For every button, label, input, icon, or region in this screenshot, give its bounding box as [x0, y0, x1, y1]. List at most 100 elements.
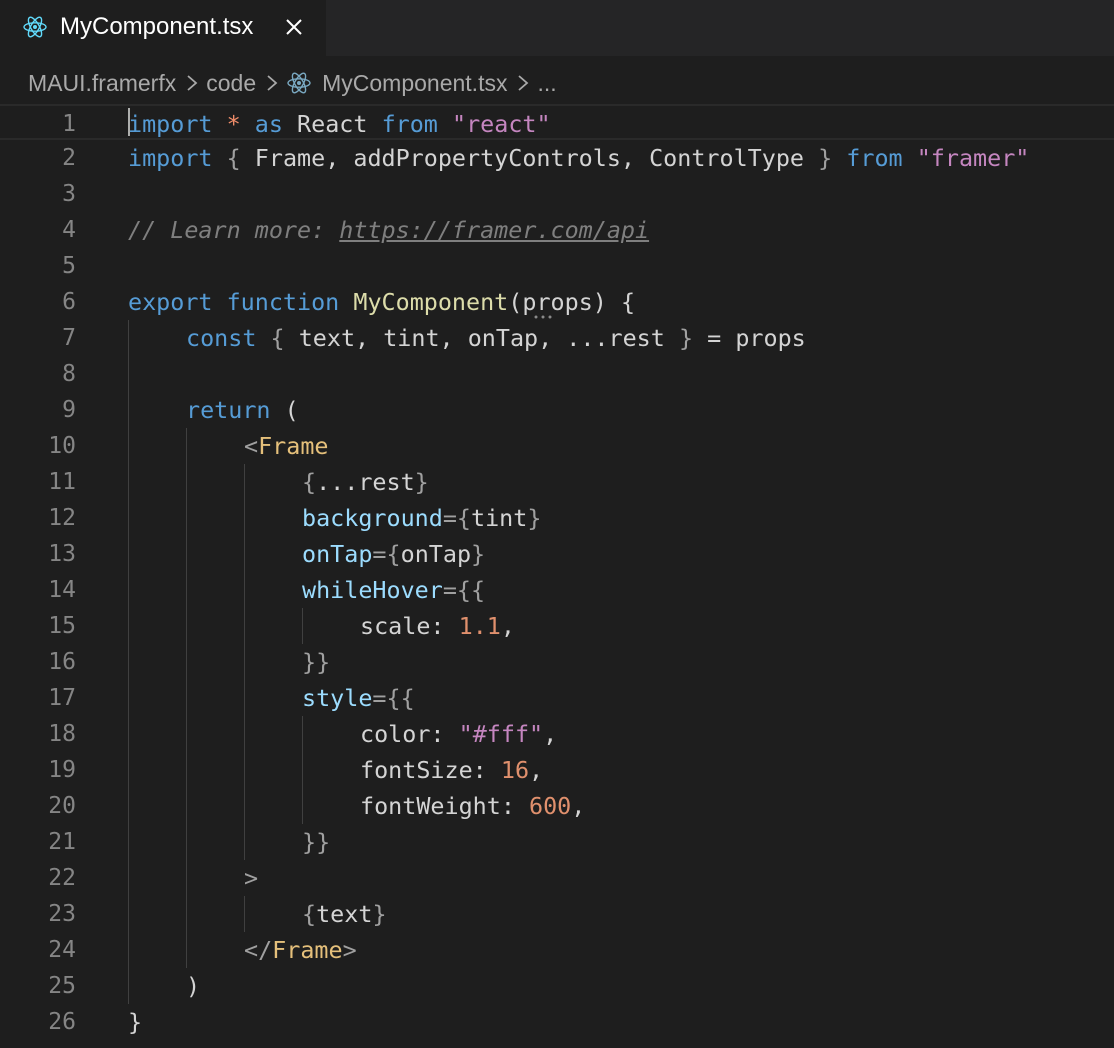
breadcrumb-file[interactable]: MyComponent.tsx	[322, 70, 507, 97]
line-text: }}	[302, 824, 330, 860]
line-number: 25	[48, 973, 76, 999]
code-line[interactable]: 10 <Frame	[0, 428, 1114, 464]
line-number: 6	[62, 289, 76, 315]
parameter: props	[522, 288, 593, 316]
line-number: 10	[48, 433, 76, 459]
breadcrumb-more[interactable]: ...	[537, 70, 556, 97]
brace: }	[471, 540, 486, 568]
tab-mycomponent[interactable]: MyComponent.tsx	[0, 0, 326, 56]
paren: )	[186, 972, 201, 1000]
code-line[interactable]: 20 fontWeight: 600,	[0, 788, 1114, 824]
operator: *	[226, 110, 241, 138]
code-line[interactable]: 7 const { text, tint, onTap, ...rest } =…	[0, 320, 1114, 356]
code-line[interactable]: 22 >	[0, 860, 1114, 896]
brace: {	[270, 324, 285, 352]
code-line[interactable]: 9 return (	[0, 392, 1114, 428]
code-line[interactable]: 16 }}	[0, 644, 1114, 680]
keyword: return	[186, 396, 271, 424]
brace: }	[128, 1008, 143, 1036]
line-number: 5	[62, 253, 76, 279]
brace: {	[226, 144, 241, 172]
line-number: 21	[48, 829, 76, 855]
code-line[interactable]: 1 import * as React from "react"	[0, 104, 1114, 140]
brace: }	[678, 324, 694, 352]
line-number: 12	[48, 505, 76, 531]
code-line[interactable]: 3	[0, 176, 1114, 212]
code-line[interactable]: 8	[0, 356, 1114, 392]
colon: :	[500, 792, 515, 820]
code-line[interactable]: 4 // Learn more: https://framer.com/api	[0, 212, 1114, 248]
code-line[interactable]: 26 }	[0, 1004, 1114, 1040]
tag-name: Frame	[258, 432, 329, 460]
tag-bracket: </	[244, 936, 273, 964]
code-line[interactable]: 18 color: "#fff",	[0, 716, 1114, 752]
comment-link[interactable]: https://framer.com/api	[339, 216, 649, 244]
line-number: 15	[48, 613, 76, 639]
line-number: 24	[48, 937, 76, 963]
code-line[interactable]: 24 </Frame>	[0, 932, 1114, 968]
close-icon[interactable]	[282, 15, 306, 39]
breadcrumb: MAUI.framerfx code MyComponent.tsx ...	[28, 66, 557, 100]
line-text: return (	[186, 392, 299, 428]
line-text: style={{	[302, 680, 415, 716]
identifier: text, tint, onTap, ...rest	[298, 324, 665, 352]
line-text: fontWeight: 600,	[360, 788, 585, 824]
line-number: 13	[48, 541, 76, 567]
identifier: props	[735, 324, 806, 352]
react-icon	[287, 72, 311, 94]
line-text: color: "#fff",	[360, 716, 557, 752]
comma: ,	[543, 720, 558, 748]
brace: {	[302, 468, 317, 496]
code-line[interactable]: 23 {text}	[0, 896, 1114, 932]
code-line[interactable]: 25 )	[0, 968, 1114, 1004]
identifier: Frame, addPropertyControls, ControlType	[254, 144, 804, 172]
code-line[interactable]: 19 fontSize: 16,	[0, 752, 1114, 788]
attribute: onTap	[302, 540, 373, 568]
code-line[interactable]: 6 export function MyComponent(props) {	[0, 284, 1114, 320]
function-name: MyComponent	[353, 288, 509, 316]
paren: (	[508, 288, 523, 316]
line-text: scale: 1.1,	[360, 608, 515, 644]
code-line[interactable]: 12 background={tint}	[0, 500, 1114, 536]
code-line[interactable]: 5	[0, 248, 1114, 284]
code-area[interactable]: 1 import * as React from "react" 2 impor…	[0, 104, 1114, 1048]
line-text: <Frame	[244, 428, 329, 464]
identifier: onTap	[400, 540, 472, 568]
code-line[interactable]: 13 onTap={onTap}	[0, 536, 1114, 572]
keyword: import	[128, 110, 213, 138]
line-number: 7	[62, 325, 76, 351]
breadcrumb-folder[interactable]: code	[206, 70, 256, 97]
code-editor: MyComponent.tsx MAUI.framerfx code MyCom…	[0, 0, 1114, 1048]
keyword: as	[254, 110, 283, 138]
number: 1.1	[458, 612, 501, 640]
brace: {	[456, 504, 472, 532]
line-text: }	[128, 1004, 142, 1040]
line-number: 17	[48, 685, 76, 711]
code-line[interactable]: 11 {...rest}	[0, 464, 1114, 500]
property-key: color	[360, 720, 431, 748]
number: 16	[500, 756, 530, 784]
line-text: {text}	[302, 896, 387, 932]
chevron-right-icon	[187, 75, 198, 91]
code-line[interactable]: 15 scale: 1.1,	[0, 608, 1114, 644]
code-line[interactable]: 14 whileHover={{	[0, 572, 1114, 608]
code-line[interactable]: 17 style={{	[0, 680, 1114, 716]
code-line[interactable]: 21 }}	[0, 824, 1114, 860]
brace: {{	[386, 684, 415, 712]
brace: {	[386, 540, 401, 568]
brace: {	[620, 288, 636, 316]
keyword: from	[846, 144, 903, 172]
line-number: 23	[48, 901, 76, 927]
tag-bracket: >	[244, 864, 259, 892]
property-key: fontSize	[360, 756, 473, 784]
colon: :	[430, 720, 445, 748]
tab-bar: MyComponent.tsx	[0, 0, 1114, 56]
breadcrumb-root[interactable]: MAUI.framerfx	[28, 70, 176, 97]
code-line[interactable]: 2 import { Frame, addPropertyControls, C…	[0, 140, 1114, 176]
comma: ,	[500, 612, 515, 640]
comma: ,	[571, 792, 586, 820]
text-cursor	[128, 108, 130, 136]
keyword: import	[128, 144, 213, 172]
brace: }}	[302, 648, 331, 676]
tag-name: Frame	[272, 936, 343, 964]
